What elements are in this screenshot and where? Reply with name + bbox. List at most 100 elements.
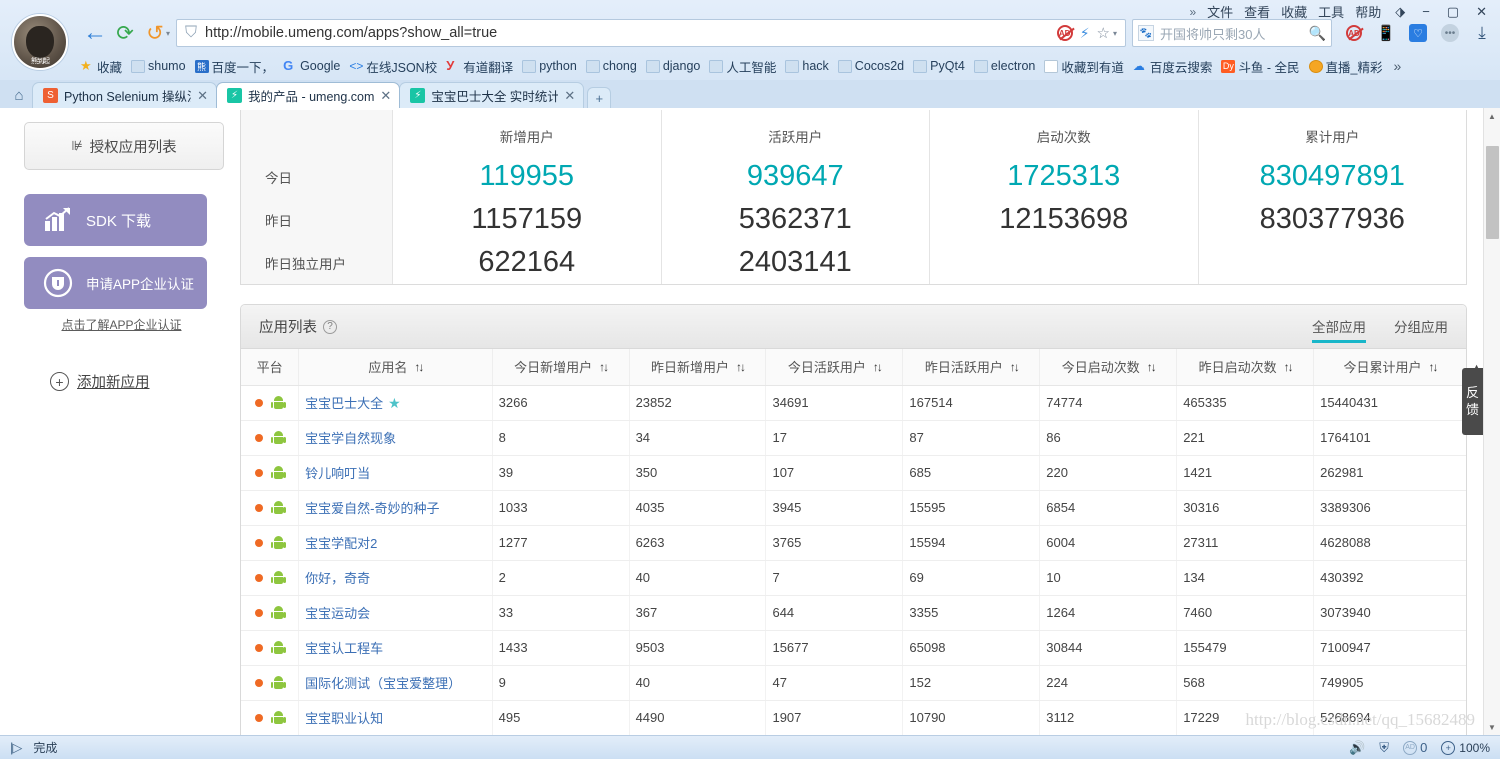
column-header-today-new[interactable]: 今日新增用户 ↑↓ <box>492 349 630 386</box>
bookmark-item[interactable]: electron <box>973 59 1035 73</box>
lightning-icon[interactable]: ⚡ <box>1080 25 1090 42</box>
bookmark-star-icon[interactable]: ☆ <box>1097 24 1110 42</box>
cell-app-name[interactable]: 国际化测试（宝宝爱整理） <box>298 665 493 701</box>
adblock-toolbar-icon[interactable]: AD <box>1344 23 1364 43</box>
table-row[interactable]: 宝宝认工程车 1433 9503 15677 65098 30844 155479 71009… <box>241 630 1466 666</box>
cell-app-name[interactable]: 宝宝认工程车 <box>298 630 493 666</box>
app-name-link[interactable]: 宝宝学配对2 <box>305 536 377 551</box>
search-icon[interactable]: 🔍 <box>1309 25 1326 42</box>
table-row[interactable]: 宝宝爱自然-奇妙的种子 1033 4035 3945 15595 6854 30316 338… <box>241 490 1466 526</box>
column-header-today-active[interactable]: 今日活跃用户 ↑↓ <box>765 349 904 386</box>
zoom-in-icon[interactable]: + <box>1441 740 1456 755</box>
browser-tab[interactable]: ⚡ 宝宝巴士大全 实时统计 ✕ <box>399 82 585 108</box>
bookmark-item[interactable]: shumo <box>131 59 186 73</box>
search-box[interactable]: 🐾 开国将帅只剩30人 🔍 <box>1132 19 1332 47</box>
bookmarks-overflow-icon[interactable]: » <box>1393 58 1401 74</box>
table-row[interactable]: 你好，奇奇 2 40 7 69 10 134 430392 <box>241 560 1466 596</box>
bookmark-item[interactable]: ★ 收藏 <box>80 57 122 76</box>
column-header-app-name[interactable]: 应用名 ↑↓ <box>298 349 493 386</box>
table-row[interactable]: 宝宝学自然现象 8 34 17 87 86 221 1764101 <box>241 420 1466 456</box>
scroll-up-icon[interactable]: ▲ <box>1484 108 1500 124</box>
table-row[interactable]: 宝宝职业认知 495 4490 1907 10790 3112 17229 5268694 <box>241 700 1466 735</box>
app-name-link[interactable]: 宝宝运动会 <box>305 606 370 621</box>
app-name-link[interactable]: 宝宝职业认知 <box>305 711 383 726</box>
new-tab-button[interactable]: + <box>587 87 612 108</box>
star-badge-icon[interactable]: ★ <box>388 395 401 411</box>
cell-app-name[interactable]: 宝宝运动会 <box>298 595 493 631</box>
bookmark-item[interactable]: Cocos2d <box>837 59 904 73</box>
app-name-link[interactable]: 宝宝学自然现象 <box>305 431 396 446</box>
close-icon[interactable]: ✕ <box>564 88 575 104</box>
close-icon[interactable]: ✕ <box>197 88 208 104</box>
sort-updown-icon[interactable]: ↑↓ <box>599 360 609 374</box>
table-row[interactable]: 宝宝巴士大全 ★ 3266 23852 34691 167514 74774 465335 15… <box>241 385 1466 421</box>
cell-app-name[interactable]: 宝宝巴士大全 ★ <box>298 385 493 421</box>
app-name-link[interactable]: 宝宝认工程车 <box>305 641 383 656</box>
back-button[interactable]: ← <box>80 18 110 48</box>
mobile-preview-icon[interactable]: 📱 <box>1376 23 1396 43</box>
cell-app-name[interactable]: 宝宝爱自然-奇妙的种子 <box>298 490 493 526</box>
scroll-down-icon[interactable]: ▼ <box>1484 719 1500 735</box>
scrollbar-thumb[interactable] <box>1485 146 1499 239</box>
feedback-tab[interactable]: ▲ 反 馈 <box>1462 362 1483 435</box>
bookmark-item[interactable]: Dy 斗鱼 - 全民 <box>1221 57 1300 76</box>
cell-app-name[interactable]: 宝宝职业认知 <box>298 700 493 735</box>
bookmark-item[interactable]: 熊百度一下， <box>194 57 274 76</box>
history-caret-icon[interactable]: ▾ <box>166 29 170 38</box>
table-row[interactable]: 宝宝运动会 33 367 644 3355 1264 7460 3073940 <box>241 595 1466 631</box>
column-header-yesterday-launch[interactable]: 昨日启动次数 ↑↓ <box>1176 349 1315 386</box>
bookmark-item[interactable]: G Google <box>283 59 340 74</box>
cell-app-name[interactable]: 你好，奇奇 <box>298 560 493 596</box>
bookmark-item[interactable]: hack <box>785 59 829 73</box>
medkit-icon[interactable]: ⛨ <box>1379 740 1389 756</box>
sort-updown-icon[interactable]: ↑↓ <box>1284 360 1294 374</box>
sdk-download-button[interactable]: SDK 下载 <box>24 194 207 246</box>
cell-app-name[interactable]: 铃儿响叮当 <box>298 455 493 491</box>
reload-button[interactable]: ⟳ <box>110 18 140 48</box>
bookmark-item[interactable]: <> 在线JSON校 <box>349 57 437 76</box>
auth-app-list-button[interactable]: ⊯ 授权应用列表 <box>24 122 224 170</box>
column-header-today-total[interactable]: 今日累计用户 ↑↓ <box>1313 349 1466 386</box>
home-icon[interactable]: ⌂ <box>6 82 32 108</box>
sound-icon[interactable]: 🔊 <box>1349 740 1365 756</box>
cert-info-link[interactable]: 点击了解APP企业认证 <box>24 316 219 333</box>
bookmark-item[interactable]: 人工智能 <box>709 57 776 76</box>
apply-cert-button[interactable]: 申请APP企业认证 <box>24 257 207 309</box>
address-caret-icon[interactable]: ▾ <box>1113 29 1117 38</box>
app-name-link[interactable]: 宝宝巴士大全 <box>305 396 383 411</box>
column-header-yesterday-new[interactable]: 昨日新增用户 ↑↓ <box>629 349 767 386</box>
sort-updown-icon[interactable]: ↑↓ <box>736 360 746 374</box>
table-row[interactable]: 铃儿响叮当 39 350 107 685 220 1421 262981 <box>241 455 1466 491</box>
bookmark-item[interactable]: PyQt4 <box>913 59 965 73</box>
adblock-count-icon[interactable]: AD 0 <box>1403 740 1427 755</box>
table-row[interactable]: 国际化测试（宝宝爱整理） 9 40 47 152 224 568 749905 <box>241 665 1466 701</box>
address-bar[interactable]: ⛉ http://mobile.umeng.com/apps?show_all=… <box>176 19 1126 47</box>
sort-updown-icon[interactable]: ↑↓ <box>1010 360 1020 374</box>
sort-updown-icon[interactable]: ↑↓ <box>1147 360 1157 374</box>
close-icon[interactable]: ✕ <box>380 88 391 104</box>
app-name-link[interactable]: 国际化测试（宝宝爱整理） <box>305 676 461 691</box>
app-name-link[interactable]: 宝宝爱自然-奇妙的种子 <box>305 501 439 516</box>
tab-grouped-apps[interactable]: 分组应用 <box>1394 305 1448 348</box>
browser-tab-active[interactable]: ⚡ 我的产品 - umeng.com ✕ <box>216 82 401 108</box>
tab-all-apps[interactable]: 全部应用 <box>1312 305 1366 348</box>
scrollbar-track[interactable] <box>1484 124 1500 719</box>
ip-icon[interactable]: |▷ <box>10 740 22 756</box>
sort-updown-icon[interactable]: ↑↓ <box>414 360 424 374</box>
bookmark-item[interactable]: django <box>645 59 700 73</box>
app-name-link[interactable]: 你好，奇奇 <box>305 571 370 586</box>
browser-tab[interactable]: S Python Selenium 操纵沒 ✕ <box>32 82 217 108</box>
user-avatar[interactable]: 熊到起 <box>12 14 68 70</box>
bookmark-item[interactable]: chong <box>585 59 637 73</box>
page-scrollbar[interactable]: ▲ ▼ <box>1483 108 1500 735</box>
add-new-app-button[interactable]: + 添加新应用 <box>50 371 240 392</box>
table-row[interactable]: 宝宝学配对2 1277 6263 3765 15594 6004 27311 4628088 <box>241 525 1466 561</box>
adblock-icon[interactable]: AD <box>1056 25 1073 41</box>
bookmark-item[interactable]: У 有道翻译 <box>446 57 513 76</box>
search-input[interactable]: 开国将帅只剩30人 <box>1160 24 1309 43</box>
cell-app-name[interactable]: 宝宝学配对2 <box>298 525 493 561</box>
download-icon[interactable]: ⤓ <box>1472 23 1492 43</box>
bookmark-item[interactable]: 直播_精彩 <box>1308 57 1382 76</box>
bookmark-item[interactable]: 收藏到有道 <box>1044 57 1124 76</box>
search-engine-icon[interactable]: 🐾 <box>1138 25 1154 41</box>
